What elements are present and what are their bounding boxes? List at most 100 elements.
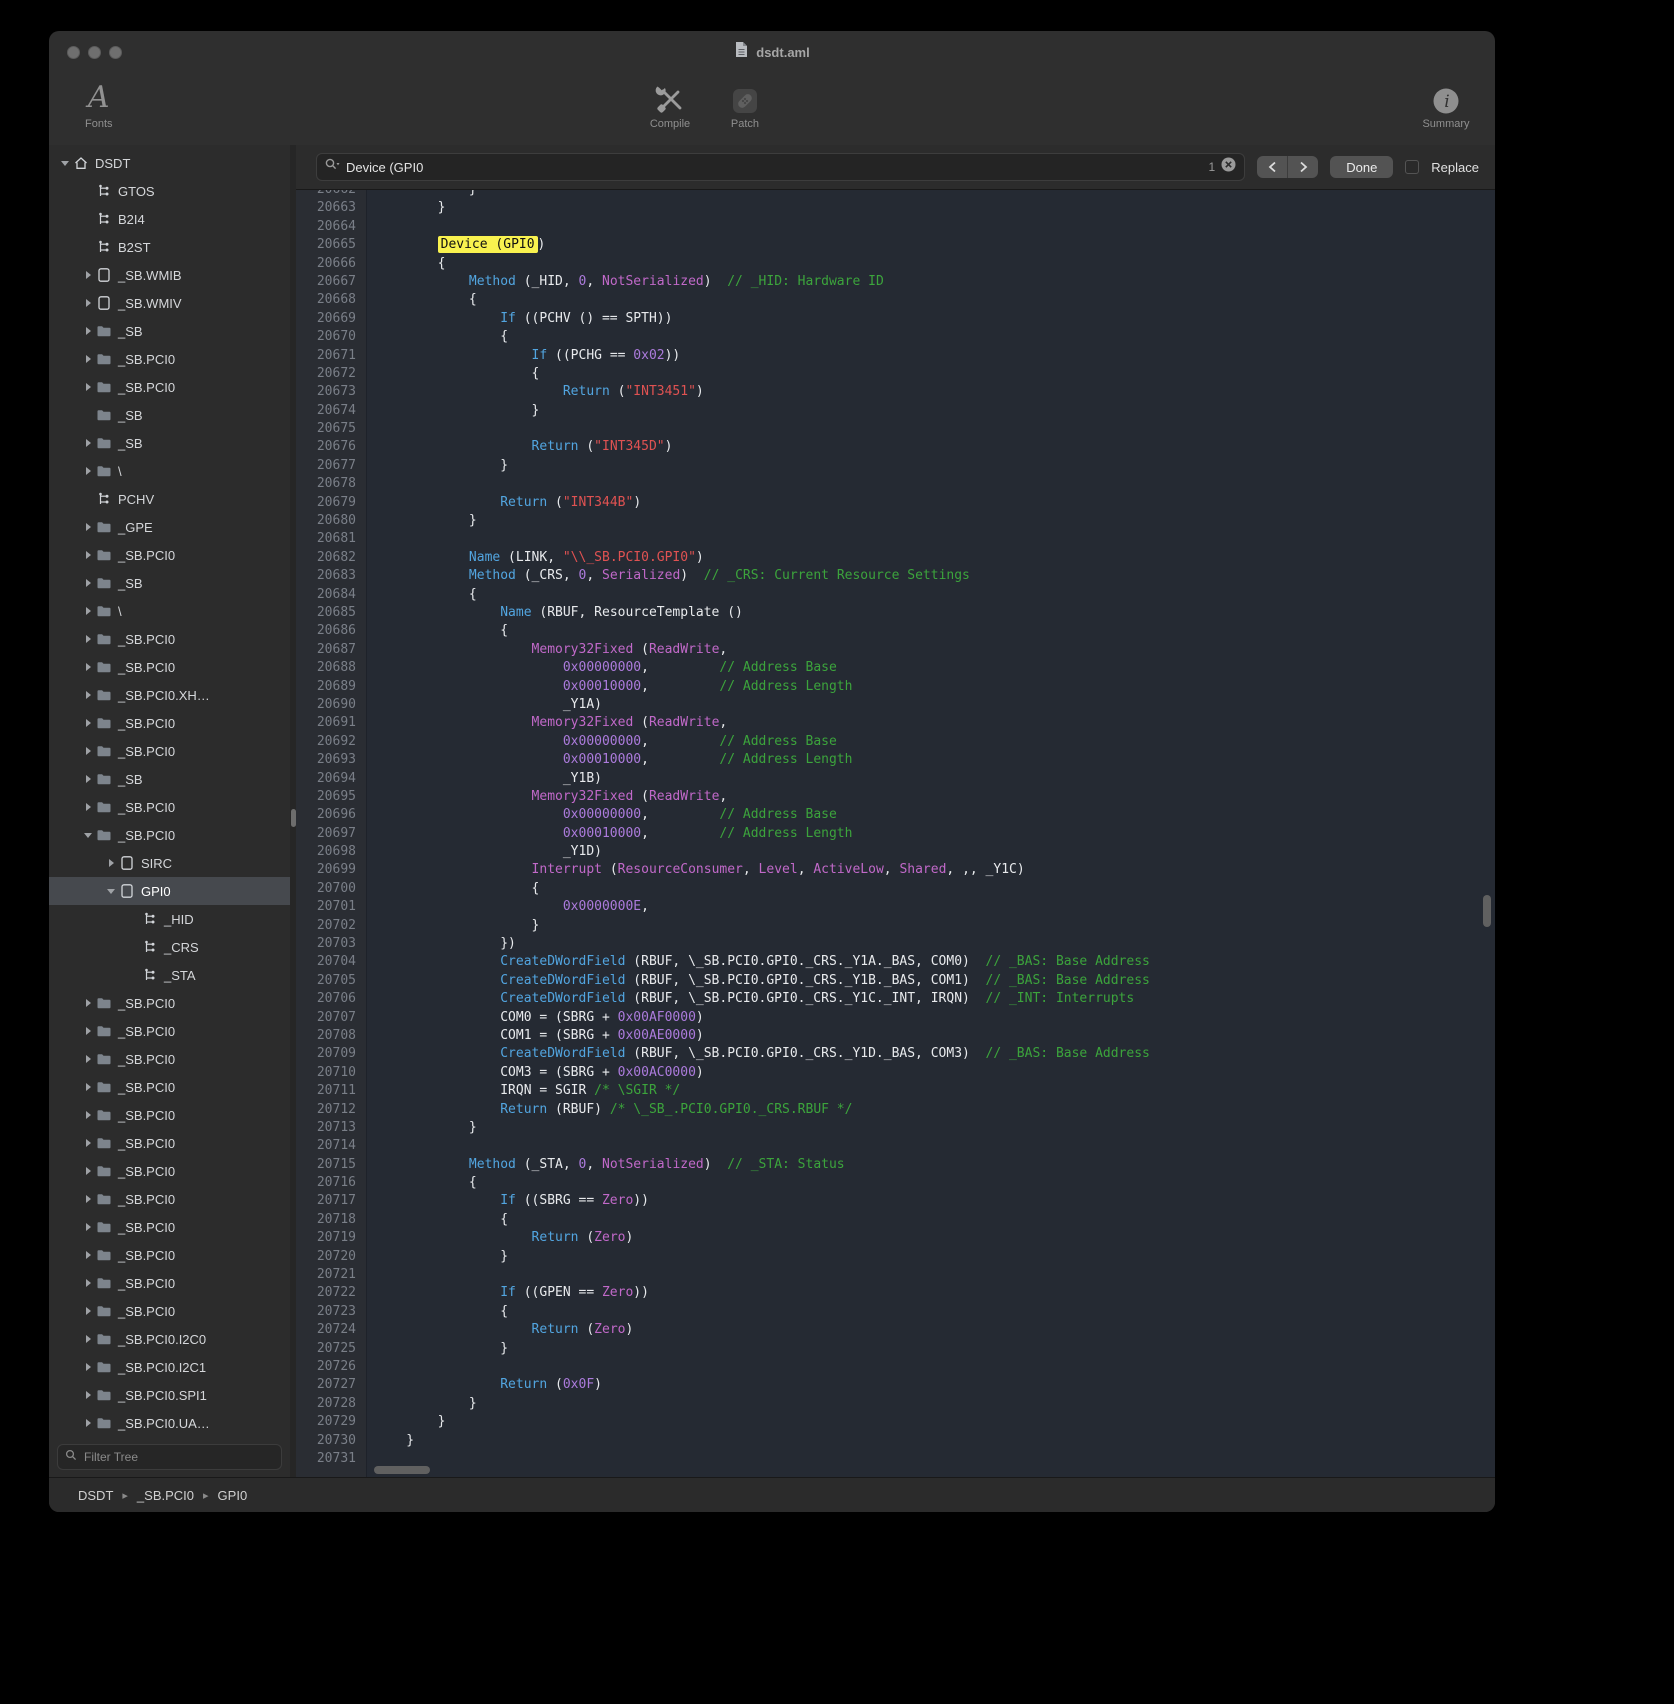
tree-item-sb-pci0-i2c0[interactable]: _SB.PCI0.I2C0 [49,1325,290,1353]
tree-item-gtos[interactable]: GTOS [49,177,290,205]
disclosure-closed-icon[interactable] [80,775,96,783]
tree-item-sb-wmiv[interactable]: _SB.WMIV [49,289,290,317]
tree-item-sb-pci0[interactable]: _SB.PCI0 [49,625,290,653]
disclosure-closed-icon[interactable] [80,551,96,559]
breadcrumb-item[interactable]: DSDT [78,1488,113,1503]
disclosure-closed-icon[interactable] [80,327,96,335]
tree-item-sb-pci0[interactable]: _SB.PCI0 [49,1185,290,1213]
compile-button[interactable]: Compile [637,79,703,130]
disclosure-closed-icon[interactable] [80,1251,96,1259]
tree-item-sta[interactable]: _STA [49,961,290,989]
tree-item-sb-pci0[interactable]: _SB.PCI0 [49,709,290,737]
disclosure-closed-icon[interactable] [80,1139,96,1147]
tree-item-sb[interactable]: _SB [49,429,290,457]
tree-item-sb[interactable]: _SB [49,317,290,345]
tree-item-sb-pci0[interactable]: _SB.PCI0 [49,373,290,401]
close-button[interactable] [67,46,80,59]
tree-item-sb-pci0[interactable]: _SB.PCI0 [49,1269,290,1297]
tree-item-root-scope[interactable]: \ [49,457,290,485]
find-input[interactable]: Device (GPI0 1 [316,153,1245,181]
pane-divider-handle[interactable] [291,809,296,827]
tree-item-sb-pci0[interactable]: _SB.PCI0 [49,1157,290,1185]
tree-item-root-scope[interactable]: \ [49,597,290,625]
disclosure-closed-icon[interactable] [80,579,96,587]
tree-item-sb-pci0[interactable]: _SB.PCI0 [49,1017,290,1045]
disclosure-closed-icon[interactable] [80,1335,96,1343]
find-next-button[interactable] [1287,156,1318,178]
horizontal-scrollbar-thumb[interactable] [374,1466,430,1474]
breadcrumb-item[interactable]: _SB.PCI0 [137,1488,194,1503]
tree-item-sb[interactable]: _SB [49,569,290,597]
tree-item-gpi0[interactable]: GPI0 [49,877,290,905]
tree-item-sb[interactable]: _SB [49,765,290,793]
tree-item-hid[interactable]: _HID [49,905,290,933]
tree-item-sb-pci0-spi1[interactable]: _SB.PCI0.SPI1 [49,1381,290,1409]
disclosure-closed-icon[interactable] [80,1223,96,1231]
disclosure-closed-icon[interactable] [80,663,96,671]
tree-item-sb-pci0[interactable]: _SB.PCI0 [49,989,290,1017]
tree-item-sb-pci0-i2c1[interactable]: _SB.PCI0.I2C1 [49,1353,290,1381]
tree-item-sb-pci0[interactable]: _SB.PCI0 [49,737,290,765]
disclosure-closed-icon[interactable] [80,1279,96,1287]
disclosure-closed-icon[interactable] [80,607,96,615]
tree-item-sb-pci0-ua[interactable]: _SB.PCI0.UA… [49,1409,290,1437]
tree-item-dsdt[interactable]: DSDT [49,149,290,177]
disclosure-closed-icon[interactable] [80,299,96,307]
tree-item-sb-pci0[interactable]: _SB.PCI0 [49,541,290,569]
disclosure-closed-icon[interactable] [80,635,96,643]
tree-item-sb-wmib[interactable]: _SB.WMIB [49,261,290,289]
disclosure-closed-icon[interactable] [80,1027,96,1035]
replace-checkbox[interactable] [1405,160,1419,174]
disclosure-closed-icon[interactable] [80,803,96,811]
done-button[interactable]: Done [1330,156,1393,178]
zoom-button[interactable] [109,46,122,59]
disclosure-closed-icon[interactable] [80,1363,96,1371]
disclosure-closed-icon[interactable] [80,439,96,447]
minimize-button[interactable] [88,46,101,59]
disclosure-open-icon[interactable] [80,833,96,838]
disclosure-closed-icon[interactable] [80,1391,96,1399]
disclosure-closed-icon[interactable] [80,1055,96,1063]
tree-item-sb-pci0[interactable]: _SB.PCI0 [49,1297,290,1325]
disclosure-closed-icon[interactable] [80,355,96,363]
tree-item-sb-pci0[interactable]: _SB.PCI0 [49,1129,290,1157]
patch-button[interactable]: Patch [717,79,773,130]
disclosure-closed-icon[interactable] [80,271,96,279]
disclosure-closed-icon[interactable] [80,1083,96,1091]
tree-item-sb-pci0[interactable]: _SB.PCI0 [49,345,290,373]
tree-item-pchv[interactable]: PCHV [49,485,290,513]
disclosure-closed-icon[interactable] [80,691,96,699]
tree-item-sb-pci0[interactable]: _SB.PCI0 [49,1213,290,1241]
disclosure-closed-icon[interactable] [103,859,119,867]
code-editor[interactable]: 20662 }20663 }2066420665 Device (GPI0)20… [296,190,1495,1478]
filter-tree-input[interactable] [82,1449,274,1465]
breadcrumb-item[interactable]: GPI0 [218,1488,248,1503]
disclosure-closed-icon[interactable] [80,1167,96,1175]
disclosure-closed-icon[interactable] [80,999,96,1007]
tree-item-sb-pci0[interactable]: _SB.PCI0 [49,793,290,821]
disclosure-open-icon[interactable] [103,889,119,894]
tree-item-sb[interactable]: _SB [49,401,290,429]
disclosure-open-icon[interactable] [57,161,73,166]
tree-item-sb-pci0[interactable]: _SB.PCI0 [49,1101,290,1129]
tree-item-gpe[interactable]: _GPE [49,513,290,541]
tree-item-sb-pci0[interactable]: _SB.PCI0 [49,821,290,849]
vertical-scrollbar-thumb[interactable] [1483,895,1491,927]
tree-item-b2st[interactable]: B2ST [49,233,290,261]
disclosure-closed-icon[interactable] [80,1307,96,1315]
tree-item-crs[interactable]: _CRS [49,933,290,961]
disclosure-closed-icon[interactable] [80,383,96,391]
tree-item-sb-pci0[interactable]: _SB.PCI0 [49,1241,290,1269]
filter-tree-field[interactable] [57,1444,282,1470]
find-previous-button[interactable] [1257,156,1287,178]
disclosure-closed-icon[interactable] [80,467,96,475]
disclosure-closed-icon[interactable] [80,1419,96,1427]
tree-item-sb-pci0[interactable]: _SB.PCI0 [49,1073,290,1101]
disclosure-closed-icon[interactable] [80,523,96,531]
disclosure-closed-icon[interactable] [80,747,96,755]
tree-item-sb-pci0[interactable]: _SB.PCI0 [49,1045,290,1073]
tree-item-sb-pci0-xh[interactable]: _SB.PCI0.XH… [49,681,290,709]
clear-search-icon[interactable] [1221,157,1236,177]
summary-button[interactable]: i Summary [1415,79,1477,130]
tree-item-sb-pci0[interactable]: _SB.PCI0 [49,653,290,681]
